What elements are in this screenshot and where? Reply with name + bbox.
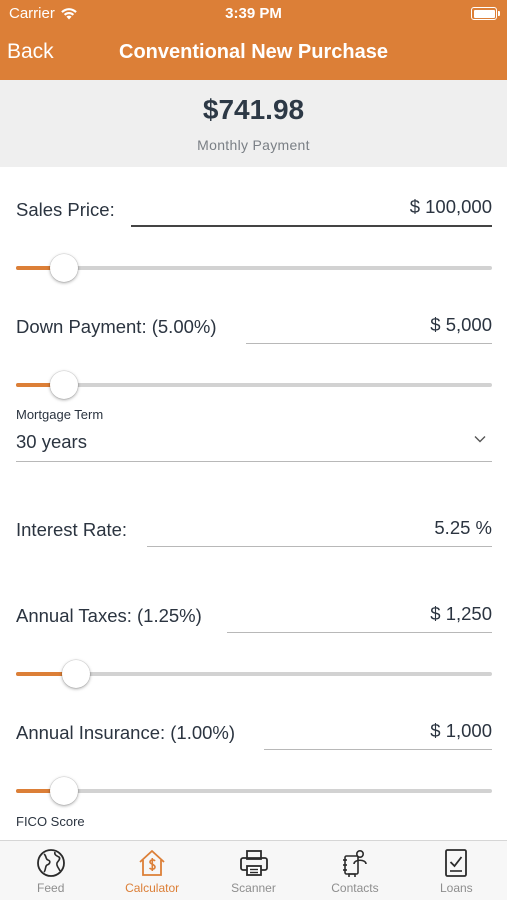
interest-rate-row: Interest Rate: 5.25 % — [16, 511, 492, 547]
down-payment-slider[interactable] — [16, 370, 492, 400]
tab-feed[interactable]: Feed — [0, 841, 101, 900]
slider-thumb[interactable] — [49, 371, 78, 399]
printer-icon — [239, 850, 268, 876]
annual-insurance-input[interactable]: $ 1,000 — [264, 718, 492, 750]
down-payment-input[interactable]: $ 5,000 — [246, 312, 492, 344]
annual-insurance-label: Annual Insurance: (1.00%) — [16, 722, 236, 743]
tab-scanner[interactable]: Scanner — [203, 841, 304, 900]
document-check-icon — [445, 849, 468, 877]
mortgage-term-value: 30 years — [16, 431, 87, 452]
sales-price-label: Sales Price: — [16, 199, 115, 220]
slider-track — [16, 383, 492, 387]
sales-price-value: $ 100,000 — [409, 196, 492, 217]
mortgage-term-select[interactable]: 30 years — [16, 426, 492, 462]
status-time: 3:39 PM — [225, 5, 282, 22]
annual-taxes-input[interactable]: $ 1,250 — [227, 601, 492, 633]
contacts-icon — [342, 849, 367, 877]
page-title-text: Conventional New Purchase — [119, 41, 388, 63]
annual-insurance-row: Annual Insurance: (1.00%) $ 1,000 — [16, 714, 492, 750]
sales-price-row: Sales Price: $ 100,000 — [16, 191, 492, 227]
annual-insurance-slider[interactable] — [16, 776, 492, 806]
down-payment-label: Down Payment: (5.00%) — [16, 316, 217, 337]
annual-taxes-slider[interactable] — [16, 659, 492, 689]
annual-taxes-row: Annual Taxes: (1.25%) $ 1,250 — [16, 597, 492, 633]
monthly-payment-amount: $741.98 — [202, 94, 305, 125]
tab-scanner-label: Scanner — [231, 881, 276, 895]
tab-bar: Feed Calculator Scanner Contacts Loans — [0, 840, 507, 900]
globe-icon — [36, 849, 65, 877]
payment-summary: $741.98 Monthly Payment — [0, 80, 507, 167]
annual-insurance-value: $ 1,000 — [430, 720, 492, 741]
tab-loans[interactable]: Loans — [406, 841, 507, 900]
tab-contacts-label: Contacts — [331, 881, 379, 895]
slider-track — [16, 266, 492, 270]
battery-icon — [471, 7, 500, 20]
tab-contacts[interactable]: Contacts — [304, 841, 405, 900]
annual-taxes-label: Annual Taxes: (1.25%) — [16, 605, 202, 626]
navigation-header: Carrier 3:39 PM Back Conventional New Pu… — [0, 0, 507, 80]
down-payment-value: $ 5,000 — [430, 314, 492, 335]
interest-rate-input[interactable]: 5.25 % — [147, 515, 492, 547]
interest-rate-label: Interest Rate: — [16, 519, 128, 540]
down-payment-row: Down Payment: (5.00%) $ 5,000 — [16, 308, 492, 344]
fico-score-label: FICO Score — [16, 814, 85, 829]
slider-track — [16, 789, 492, 793]
sales-price-slider[interactable] — [16, 253, 492, 283]
house-dollar-icon — [139, 850, 165, 876]
annual-taxes-value: $ 1,250 — [430, 603, 492, 624]
slider-thumb[interactable] — [61, 660, 90, 688]
tab-calculator[interactable]: Calculator — [101, 841, 202, 900]
slider-thumb[interactable] — [49, 777, 78, 805]
mortgage-term-label: Mortgage Term — [16, 407, 104, 422]
tab-loans-label: Loans — [439, 881, 473, 895]
status-bar: Carrier 3:39 PM — [0, 0, 507, 28]
slider-thumb[interactable] — [49, 254, 78, 282]
interest-rate-value: 5.25 % — [434, 517, 492, 538]
tab-calculator-label: Calculator — [125, 881, 180, 895]
sales-price-input[interactable]: $ 100,000 — [131, 195, 492, 227]
chevron-down-icon — [474, 436, 486, 443]
page-title: Conventional New Purchase — [0, 41, 507, 64]
monthly-payment-label: Monthly Payment — [197, 137, 310, 153]
tab-feed-label: Feed — [37, 881, 65, 895]
